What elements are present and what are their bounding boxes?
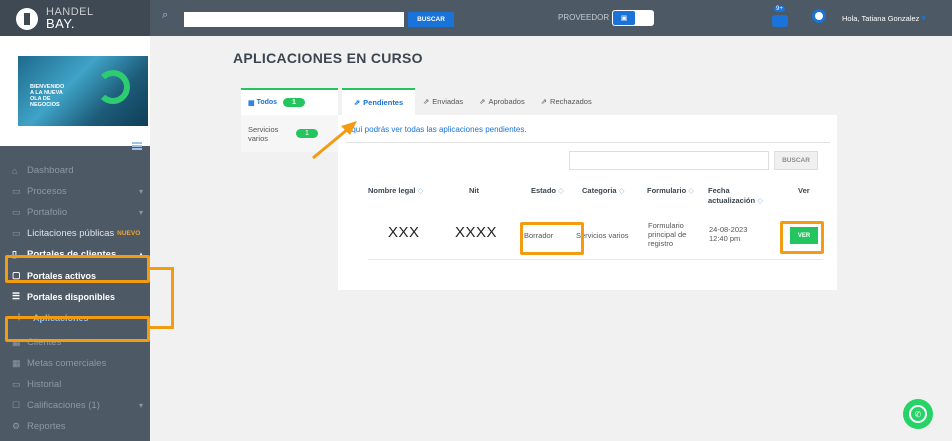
annotation-arrow-icon [312,121,357,160]
phone-icon: ✆ [909,405,927,423]
whatsapp-button[interactable]: ✆ [903,399,933,429]
